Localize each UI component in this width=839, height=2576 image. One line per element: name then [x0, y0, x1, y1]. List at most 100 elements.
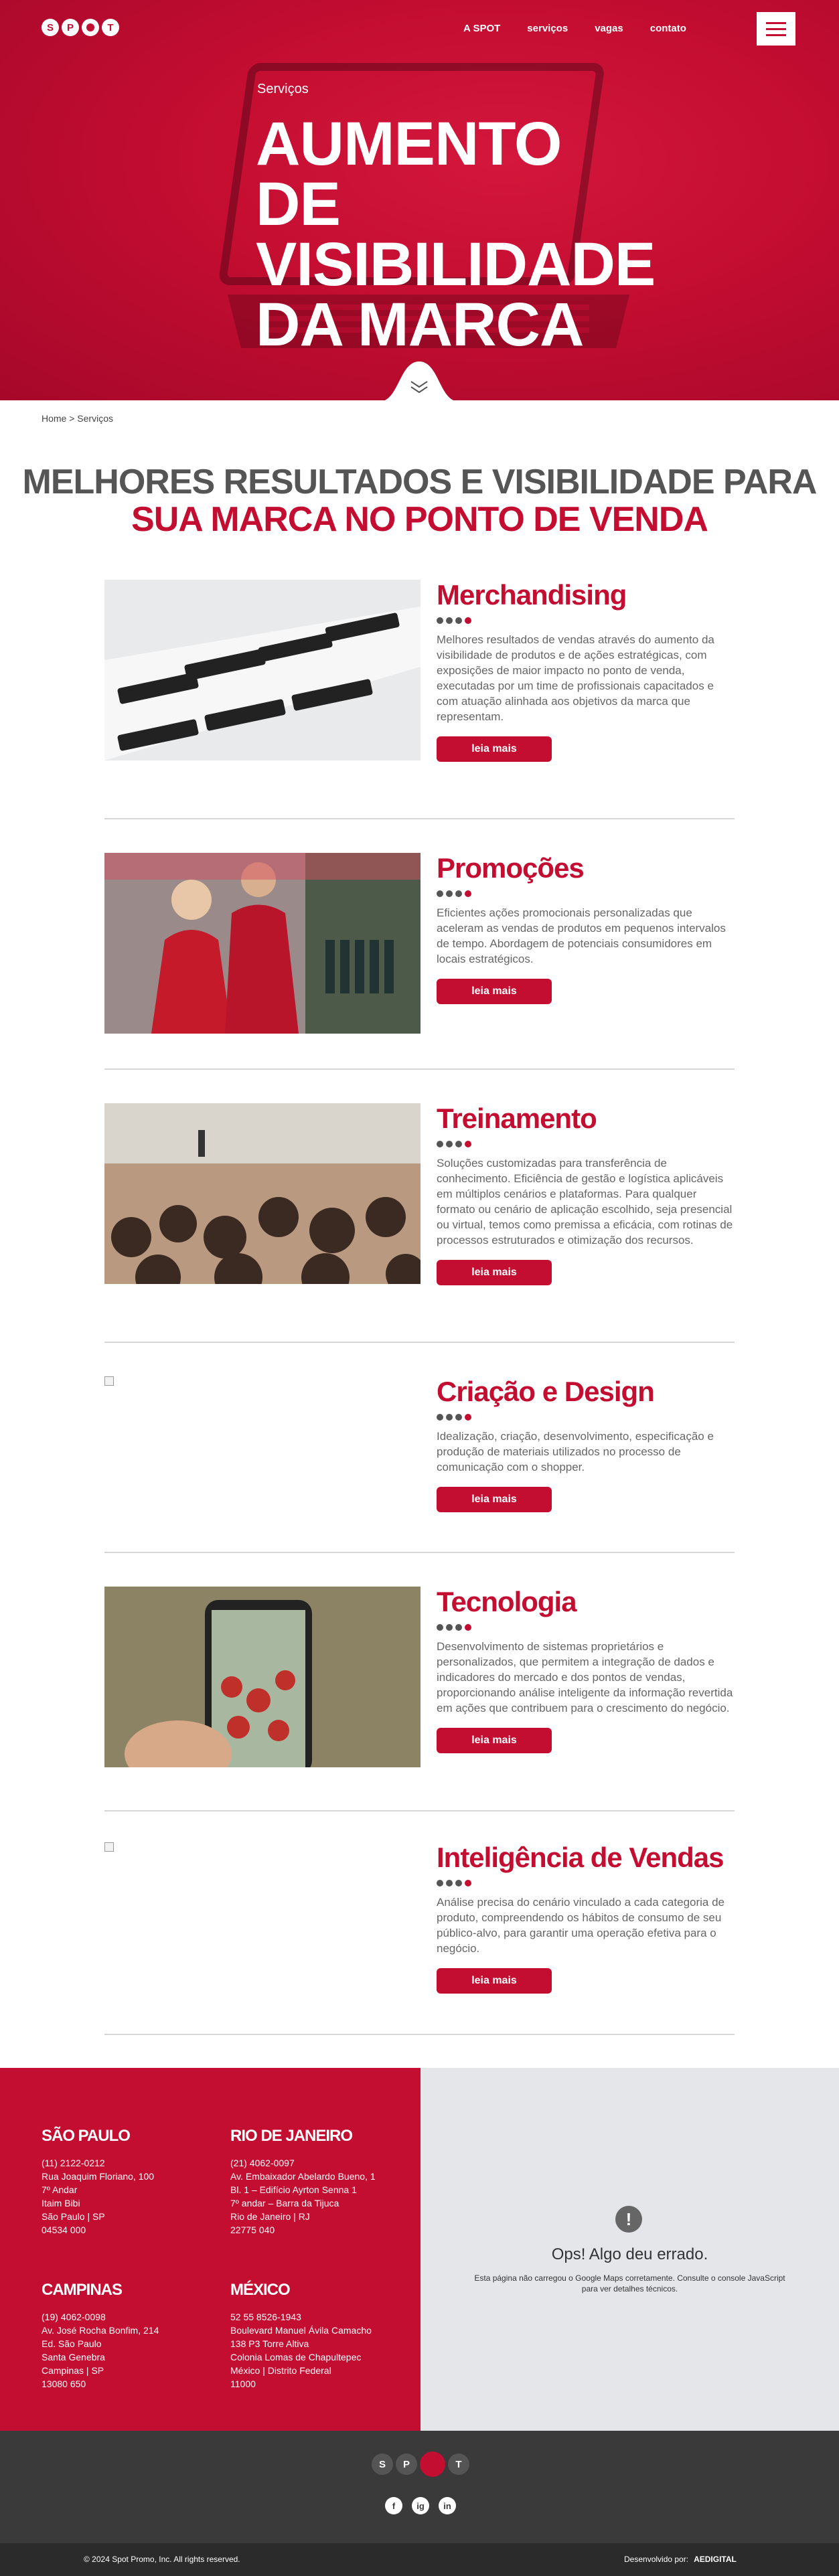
service-description: Idealização, criação, desenvolvimento, e… — [437, 1430, 714, 1473]
office-sao-paulo: SÃO PAULO (11) 2122-0212 Rua Joaquim Flo… — [42, 2127, 154, 2237]
map-error-panel: ! Ops! Algo deu errado. Esta página não … — [421, 2068, 839, 2431]
office-phone[interactable]: 52 55 8526-1943 — [230, 2310, 372, 2324]
service-body: Tecnologia Desenvolvimento de sistemas p… — [437, 1587, 735, 1753]
service-description: Análise precisa do cenário vinculado a c… — [437, 1896, 724, 1955]
office-address-line: Santa Genebra — [42, 2352, 105, 2362]
office-address-line: 13080 650 — [42, 2379, 86, 2389]
map-error-description: Esta página não carregou o Google Maps c… — [474, 2273, 785, 2293]
map-error-title: Ops! Algo deu errado. — [551, 2245, 708, 2263]
office-city: RIO DE JANEIRO — [230, 2127, 353, 2145]
footer-spot-logo[interactable]: S P T — [372, 2451, 469, 2477]
office-city: CAMPINAS — [42, 2281, 123, 2299]
nav-vagas[interactable]: vagas — [595, 23, 623, 34]
divider — [104, 1342, 735, 1343]
service-title: Tecnologia — [437, 1586, 577, 1617]
nav-a-spot[interactable]: A SPOT — [463, 23, 500, 34]
dots-decoration — [437, 1141, 735, 1147]
developer-label: Desenvolvido por: — [624, 2555, 689, 2564]
office-address-line: Av. Embaixador Abelardo Bueno, 1 — [230, 2171, 376, 2182]
office-address-line: Ed. São Paulo — [42, 2338, 102, 2349]
facebook-icon[interactable]: f — [385, 2497, 402, 2514]
service-description: Melhores resultados de vendas através do… — [437, 633, 714, 723]
office-address-line: 04534 000 — [42, 2225, 86, 2235]
office-address-line: 22775 040 — [230, 2225, 275, 2235]
dots-decoration — [437, 1414, 735, 1421]
office-address-line: Boulevard Manuel Ávila Camacho — [230, 2325, 372, 2336]
dots-decoration — [437, 1880, 735, 1886]
service-body: Promoções Eficientes ações promocionais … — [437, 853, 735, 1004]
scroll-down-icon[interactable] — [379, 355, 459, 400]
heading-line-1: MELHORES RESULTADOS E VISIBILIDADE PARA — [22, 463, 818, 501]
hero-title: AUMENTO DE VISIBILIDADE DA MARCA — [256, 110, 656, 359]
office-address-line: Itaim Bibi — [42, 2198, 80, 2208]
office-city: MÉXICO — [230, 2281, 291, 2299]
service-title: Criação e Design — [437, 1376, 655, 1407]
office-address-line: 138 P3 Torre Altiva — [230, 2338, 309, 2349]
spot-logo[interactable]: SPT — [42, 19, 119, 36]
main-nav: A SPOT serviços vagas contato — [463, 23, 686, 34]
office-address-line: Bl. 1 – Edifício Ayrton Senna 1 — [230, 2184, 357, 2195]
read-more-button[interactable]: leia mais — [437, 1260, 552, 1285]
hero-banner: SPT A SPOT serviços vagas contato Serviç… — [0, 0, 839, 400]
service-body: Inteligência de Vendas Análise precisa d… — [437, 1842, 735, 1994]
service-title: Promoções — [437, 852, 585, 884]
linkedin-icon[interactable]: in — [439, 2497, 456, 2514]
dots-decoration — [437, 617, 735, 624]
nav-contato[interactable]: contato — [650, 23, 686, 34]
promocoes-image — [104, 853, 421, 1034]
service-description: Desenvolvimento de sistemas proprietário… — [437, 1640, 733, 1714]
divider — [104, 1810, 735, 1812]
divider — [104, 1068, 735, 1070]
service-title: Merchandising — [437, 579, 627, 611]
office-address-line: Av. José Rocha Bonfim, 214 — [42, 2325, 159, 2336]
read-more-button[interactable]: leia mais — [437, 736, 552, 762]
offices-section: SÃO PAULO (11) 2122-0212 Rua Joaquim Flo… — [0, 2068, 421, 2431]
broken-image-icon — [104, 1842, 114, 1852]
tecnologia-image — [104, 1587, 421, 1767]
office-mexico: MÉXICO 52 55 8526-1943 Boulevard Manuel … — [230, 2281, 372, 2391]
treinamento-image — [104, 1103, 421, 1284]
nav-servicos[interactable]: serviços — [527, 23, 568, 34]
office-phone[interactable]: (19) 4062-0098 — [42, 2310, 159, 2324]
office-address-line: 7º Andar — [42, 2184, 78, 2195]
instagram-icon[interactable]: ig — [412, 2497, 429, 2514]
office-city: SÃO PAULO — [42, 2127, 131, 2145]
dots-decoration — [437, 890, 735, 897]
service-title: Inteligência de Vendas — [437, 1842, 724, 1873]
service-body: Merchandising Melhores resultados de ven… — [437, 580, 735, 762]
service-description: Eficientes ações promocionais personaliz… — [437, 906, 726, 965]
service-description: Soluções customizadas para transferência… — [437, 1157, 733, 1246]
criacao-design-image-broken — [104, 1376, 421, 1557]
office-address-line: México | Distrito Federal — [230, 2365, 331, 2376]
office-rio-de-janeiro: RIO DE JANEIRO (21) 4062-0097 Av. Embaix… — [230, 2127, 376, 2237]
office-address-line: Campinas | SP — [42, 2365, 104, 2376]
office-phone[interactable]: (11) 2122-0212 — [42, 2156, 154, 2170]
read-more-button[interactable]: leia mais — [437, 979, 552, 1004]
read-more-button[interactable]: leia mais — [437, 1728, 552, 1753]
divider — [104, 818, 735, 819]
copyright-text: © 2024 Spot Promo, Inc. All rights reser… — [84, 2555, 240, 2564]
office-phone[interactable]: (21) 4062-0097 — [230, 2156, 376, 2170]
broken-image-icon — [104, 1376, 114, 1386]
office-address-line: 11000 — [230, 2379, 256, 2389]
developer-name[interactable]: AEDIGITAL — [694, 2555, 737, 2564]
read-more-button[interactable]: leia mais — [437, 1487, 552, 1512]
office-address-line: Colonia Lomas de Chapultepec — [230, 2352, 362, 2362]
page-heading: MELHORES RESULTADOS E VISIBILIDADE PARA … — [0, 463, 839, 538]
warning-icon: ! — [615, 2206, 642, 2233]
developer-credit: Desenvolvido por: AEDIGITAL — [624, 2555, 737, 2564]
hero-subtitle: Serviços — [257, 82, 309, 96]
read-more-button[interactable]: leia mais — [437, 1968, 552, 1994]
service-body: Treinamento Soluções customizadas para t… — [437, 1103, 735, 1285]
merchandising-image — [104, 580, 421, 760]
office-campinas: CAMPINAS (19) 4062-0098 Av. José Rocha B… — [42, 2281, 159, 2391]
office-address-line: 7º andar – Barra da Tijuca — [230, 2198, 339, 2208]
divider — [104, 2034, 735, 2035]
office-address-line: Rua Joaquim Floriano, 100 — [42, 2171, 155, 2182]
breadcrumb[interactable]: Home > Serviços — [42, 413, 113, 424]
service-body: Criação e Design Idealização, criação, d… — [437, 1376, 735, 1512]
hamburger-menu-button[interactable] — [757, 12, 795, 46]
social-links: f ig in — [385, 2497, 456, 2514]
office-address-line: São Paulo | SP — [42, 2211, 105, 2222]
divider — [104, 1552, 735, 1553]
